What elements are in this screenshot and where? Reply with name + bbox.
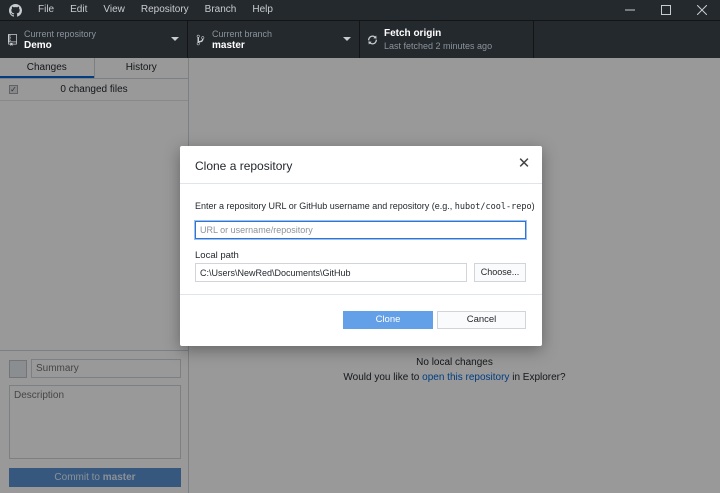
fetch-origin-button[interactable]: Fetch origin Last fetched 2 minutes ago <box>360 21 534 58</box>
clone-button[interactable]: Clone <box>343 311 433 329</box>
menu-branch[interactable]: Branch <box>197 0 245 20</box>
last-fetched-text: Last fetched 2 minutes ago <box>384 40 493 51</box>
instruction-text: Enter a repository URL or GitHub usernam… <box>195 201 455 211</box>
current-branch-value: master <box>212 39 245 51</box>
url-instruction: Enter a repository URL or GitHub usernam… <box>195 201 535 212</box>
minimize-icon[interactable] <box>612 0 648 20</box>
fetch-origin-label: Fetch origin <box>384 27 442 39</box>
branch-icon <box>188 34 212 46</box>
dialog-header: Clone a repository ✕ <box>180 146 542 184</box>
current-repository-value: Demo <box>24 39 52 51</box>
close-icon[interactable] <box>684 0 720 20</box>
choose-path-button[interactable]: Choose... <box>474 263 526 282</box>
local-path-input[interactable] <box>195 263 467 282</box>
clone-repository-dialog: Clone a repository ✕ Enter a repository … <box>180 146 542 346</box>
current-repository-button[interactable]: Current repository Demo <box>0 21 188 58</box>
menu-edit[interactable]: Edit <box>62 0 95 20</box>
sync-icon <box>360 34 384 46</box>
dialog-footer: Clone Cancel <box>180 295 542 345</box>
title-bar: File Edit View Repository Branch Help <box>0 0 720 20</box>
menu-bar: File Edit View Repository Branch Help <box>30 0 281 20</box>
instruction-example: hubot/cool-repo <box>454 202 532 212</box>
repository-url-input[interactable] <box>195 221 526 239</box>
local-path-label: Local path <box>195 250 239 261</box>
repo-icon <box>0 33 24 46</box>
current-repository-label: Current repository <box>24 28 97 39</box>
window-controls <box>612 0 720 20</box>
chevron-down-icon <box>171 37 179 41</box>
current-branch-button[interactable]: Current branch master <box>188 21 360 58</box>
maximize-icon[interactable] <box>648 0 684 20</box>
menu-repository[interactable]: Repository <box>133 0 197 20</box>
menu-help[interactable]: Help <box>244 0 281 20</box>
dialog-body: Enter a repository URL or GitHub usernam… <box>180 184 542 295</box>
dialog-title: Clone a repository <box>195 159 293 173</box>
instruction-end: ) <box>531 201 535 211</box>
toolbar: Current repository Demo Current branch m… <box>0 20 720 58</box>
chevron-down-icon <box>343 37 351 41</box>
github-octocat-icon[interactable] <box>0 0 30 20</box>
menu-view[interactable]: View <box>95 0 133 20</box>
close-icon[interactable]: ✕ <box>516 156 532 172</box>
current-branch-label: Current branch <box>212 28 273 39</box>
cancel-button[interactable]: Cancel <box>437 311 526 329</box>
menu-file[interactable]: File <box>30 0 62 20</box>
